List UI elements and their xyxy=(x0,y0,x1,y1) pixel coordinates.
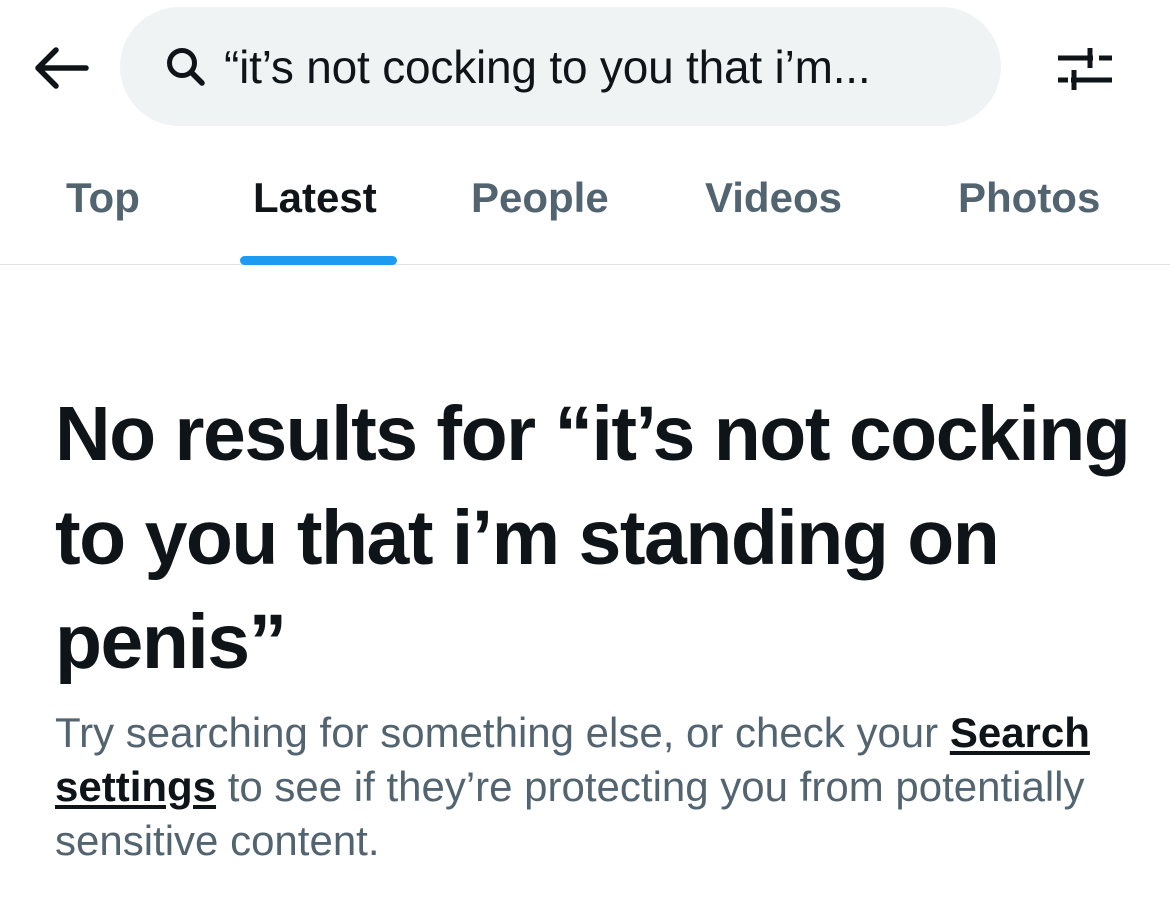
tab-photos[interactable]: Photos xyxy=(958,174,1100,222)
back-button[interactable] xyxy=(28,38,92,98)
top-bar: “it’s not cocking to you that i’m... xyxy=(0,0,1170,134)
empty-state-title: No results for “it’s not cocking to you … xyxy=(55,391,1131,685)
search-query[interactable]: “it’s not cocking to you that i’m... xyxy=(224,40,870,94)
empty-state: No results for “it’s not cocking to you … xyxy=(55,382,1135,868)
search-filter-button[interactable] xyxy=(1052,36,1118,102)
arrow-left-icon xyxy=(35,47,89,89)
empty-state-description: Try searching for something else, or che… xyxy=(55,706,1125,868)
search-input[interactable]: “it’s not cocking to you that i’m... xyxy=(120,7,1001,126)
search-icon xyxy=(162,43,210,91)
empty-state-text-before: Try searching for something else, or che… xyxy=(55,709,950,756)
tab-top[interactable]: Top xyxy=(66,174,140,222)
active-tab-indicator xyxy=(240,256,397,265)
tab-people[interactable]: People xyxy=(471,174,609,222)
sliders-icon xyxy=(1058,48,1112,90)
tab-latest[interactable]: Latest xyxy=(253,174,377,222)
tab-videos[interactable]: Videos xyxy=(705,174,842,222)
search-tabs: Top Latest People Videos Photos xyxy=(0,134,1170,265)
